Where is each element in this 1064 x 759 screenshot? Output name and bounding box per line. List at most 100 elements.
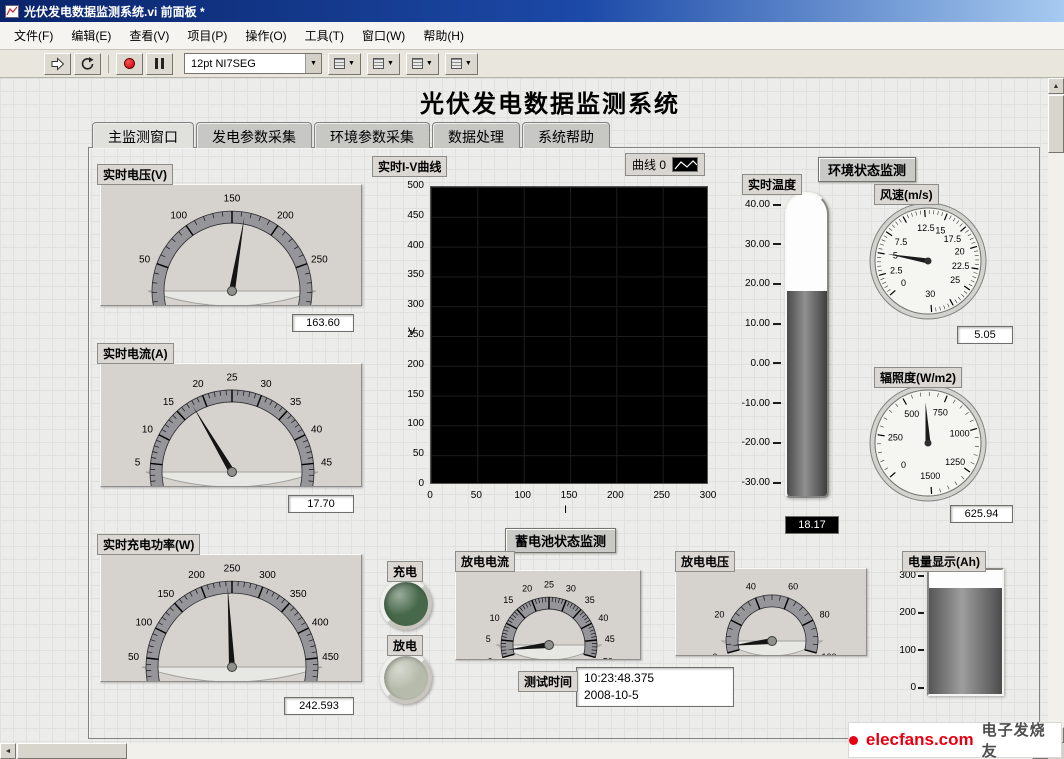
elecfans-site-text: elecfans.com [866, 730, 974, 750]
svg-text:750: 750 [933, 407, 948, 417]
svg-text:250: 250 [311, 255, 328, 266]
thermometer-tick-label: 20.00 [745, 278, 781, 289]
menu-item[interactable]: 工具(T) [296, 23, 353, 48]
chart-x-tick-label: 250 [648, 490, 676, 501]
horizontal-scroll-thumb[interactable] [17, 743, 127, 759]
chevron-down-icon: ▼ [348, 60, 355, 67]
svg-text:100: 100 [821, 652, 836, 656]
thermometer-tick-label: 0.00 [751, 358, 781, 369]
font-selector-value: 12pt NI7SEG [185, 58, 305, 70]
distribute-objects-button[interactable]: ▼ [367, 53, 400, 75]
discharge-current-meter: 05101520253035404550 [455, 570, 641, 660]
pause-button[interactable] [146, 53, 173, 75]
tab-0[interactable]: 主监测窗口 [92, 122, 194, 148]
font-selector[interactable]: 12pt NI7SEG ▼ [184, 53, 322, 74]
vertical-scrollbar[interactable]: ▲ ▼ [1048, 78, 1064, 743]
chart-x-tick-label: 150 [555, 490, 583, 501]
tab-3[interactable]: 数据处理 [432, 122, 520, 148]
battery-tank: 3002001000 [900, 568, 1012, 703]
irradiance-gauge-label: 辐照度(W/m2) [874, 367, 962, 388]
temperature-label: 实时温度 [742, 174, 802, 195]
current-meter-label: 实时电流(A) [97, 343, 174, 364]
svg-text:500: 500 [904, 409, 919, 419]
voltage-meter: 050100150200250300 [100, 184, 362, 306]
svg-text:80: 80 [820, 610, 830, 620]
chart-y-tick-label: 0 [370, 478, 424, 489]
svg-text:7.5: 7.5 [895, 237, 908, 247]
svg-text:40: 40 [311, 424, 323, 435]
power-display: 242.593 [284, 697, 354, 715]
battery-section-header: 蓄电池状态监测 [505, 528, 616, 553]
charge-led [380, 578, 432, 630]
discharge-voltage-meter: 020406080100 [675, 568, 867, 656]
abort-button[interactable] [116, 53, 143, 75]
test-time-display: 10:23:48.375 2008-10-5 [576, 667, 734, 707]
reorder-objects-button[interactable]: ▼ [445, 53, 478, 75]
menu-item[interactable]: 帮助(H) [414, 23, 473, 48]
svg-text:20: 20 [192, 379, 204, 390]
voltage-display: 163.60 [292, 314, 354, 332]
tank-scale: 3002001000 [900, 568, 924, 696]
scroll-left-button[interactable]: ◄ [0, 743, 16, 759]
thermometer-tick-label: -30.00 [742, 477, 781, 488]
svg-text:0: 0 [901, 278, 906, 288]
elecfans-logo: elecfans.com 电子发烧友 [848, 722, 1062, 758]
tank-tick [918, 575, 924, 577]
tab-bar: 主监测窗口发电参数采集环境参数采集数据处理系统帮助 [92, 122, 610, 148]
chart-x-axis-label: I [564, 504, 567, 516]
svg-text:15: 15 [163, 397, 175, 408]
thermometer-tick [773, 323, 781, 325]
thermometer-tick [773, 482, 781, 484]
menu-item[interactable]: 操作(O) [236, 23, 295, 48]
tank-tick [918, 612, 924, 614]
distribute-objects-icon [373, 58, 384, 69]
window-icon [5, 5, 19, 18]
menu-item[interactable]: 文件(F) [5, 23, 62, 48]
thermometer-tick-label: 40.00 [745, 199, 781, 210]
svg-text:150: 150 [157, 589, 174, 600]
chart-y-tick-label: 100 [370, 418, 424, 429]
chart-y-tick-label: 200 [370, 359, 424, 370]
svg-text:40: 40 [746, 581, 756, 591]
pause-icon [155, 58, 164, 69]
chart-x-tick-label: 200 [601, 490, 629, 501]
svg-text:150: 150 [224, 194, 241, 205]
svg-text:200: 200 [277, 210, 294, 221]
svg-text:5: 5 [486, 634, 491, 644]
svg-text:45: 45 [605, 634, 615, 644]
run-button[interactable] [44, 53, 71, 75]
tab-2[interactable]: 环境参数采集 [314, 122, 430, 148]
align-objects-button[interactable]: ▼ [328, 53, 361, 75]
chart-legend[interactable]: 曲线 0 [625, 153, 705, 176]
vertical-scroll-thumb[interactable] [1048, 95, 1064, 153]
tab-4[interactable]: 系统帮助 [522, 122, 610, 148]
svg-text:30: 30 [260, 379, 272, 390]
tank-tick [918, 687, 924, 689]
window-title: 光伏发电数据监测系统.vi 前面板 * [24, 3, 205, 20]
menu-item[interactable]: 窗口(W) [353, 23, 414, 48]
chart-y-tick-label: 350 [370, 269, 424, 280]
svg-text:50: 50 [603, 656, 613, 660]
chart-y-tick-label: 450 [370, 210, 424, 221]
tab-1[interactable]: 发电参数采集 [196, 122, 312, 148]
scroll-up-button[interactable]: ▲ [1048, 78, 1064, 94]
svg-text:100: 100 [135, 618, 152, 629]
menu-item[interactable]: 查看(V) [120, 23, 178, 48]
discharge-led [380, 652, 432, 704]
wind-display: 5.05 [957, 326, 1013, 344]
wind-gauge-label: 风速(m/s) [874, 184, 939, 205]
menu-item[interactable]: 编辑(E) [62, 23, 120, 48]
menu-item[interactable]: 项目(P) [178, 23, 236, 48]
resize-objects-button[interactable]: ▼ [406, 53, 439, 75]
tank-label: 电量显示(Ah) [902, 551, 986, 572]
svg-text:30: 30 [925, 289, 935, 299]
chevron-down-icon: ▼ [426, 60, 433, 67]
chart-title: 实时I-V曲线 [372, 156, 447, 177]
discharge-voltage-label: 放电电压 [675, 551, 735, 572]
thermometer-tick [773, 442, 781, 444]
iv-chart: V I 050100150200250300350400450500050100… [370, 176, 720, 521]
chart-y-tick-label: 500 [370, 180, 424, 191]
test-time-value: 10:23:48.375 [584, 670, 726, 687]
run-continuous-button[interactable] [74, 53, 101, 75]
thermometer-tube [785, 192, 829, 498]
